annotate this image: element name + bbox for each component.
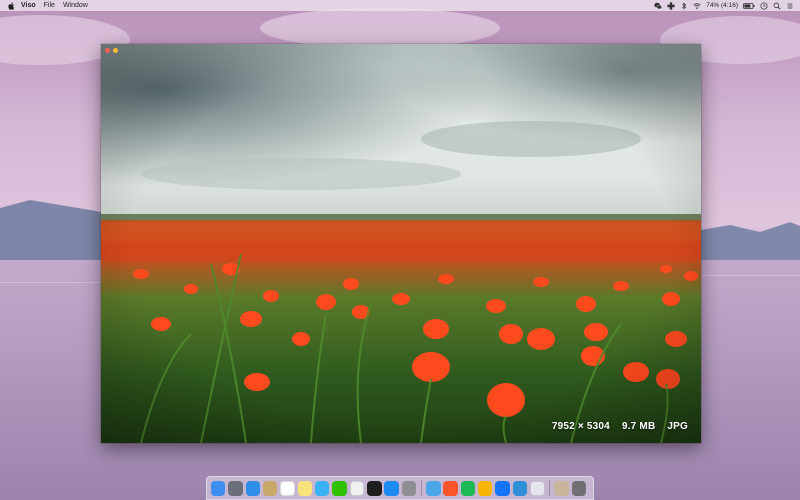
wechat-icon[interactable] <box>654 2 663 10</box>
vscode-icon[interactable] <box>512 480 528 496</box>
sketch-icon[interactable] <box>478 480 493 496</box>
search-icon[interactable] <box>773 2 781 10</box>
chrome-icon[interactable] <box>426 480 441 496</box>
trash-icon[interactable] <box>571 480 587 496</box>
safari-icon[interactable] <box>245 480 261 496</box>
notification-center-icon[interactable] <box>786 2 794 10</box>
messages-icon[interactable] <box>315 480 330 496</box>
xcode-icon[interactable] <box>495 480 510 496</box>
battery-status-text[interactable]: 74% (4:16) <box>706 0 738 11</box>
terminal-icon[interactable] <box>367 480 382 496</box>
battery-icon[interactable] <box>743 2 755 10</box>
image-format: JPG <box>667 421 688 432</box>
image-file-size: 9.7 MB <box>621 421 656 432</box>
plus-cross-icon[interactable] <box>667 1 675 10</box>
app-menu[interactable]: Viso <box>21 0 36 11</box>
dock-separator <box>421 480 423 496</box>
apple-menu-icon[interactable] <box>7 1 15 10</box>
spotify-icon[interactable] <box>460 480 476 496</box>
calendar-icon[interactable] <box>280 480 295 496</box>
image-dimensions: 7952 × 5304 <box>551 421 610 432</box>
app-store-icon[interactable] <box>384 480 399 496</box>
minimize-window-button[interactable] <box>113 48 118 53</box>
menu-window[interactable]: Window <box>63 0 88 11</box>
dock-separator <box>549 480 551 496</box>
bluetooth-icon[interactable] <box>680 1 688 10</box>
brave-icon[interactable] <box>443 480 458 496</box>
image-info-bar: 7952 × 5304 9.7 MB JPG <box>552 421 688 432</box>
clock-icon[interactable] <box>760 1 768 10</box>
wechat-icon[interactable] <box>332 480 347 496</box>
window-controls <box>105 48 118 53</box>
image-viewer-window[interactable]: 7952 × 5304 9.7 MB JPG <box>101 44 701 443</box>
stickies-icon[interactable] <box>297 480 313 496</box>
preview-icon[interactable] <box>554 480 569 496</box>
wifi-icon[interactable] <box>693 2 701 10</box>
menu-bar: Viso File Window 74% (4:16) <box>0 0 800 11</box>
close-window-button[interactable] <box>105 48 110 53</box>
finder-icon[interactable] <box>211 480 226 496</box>
launchpad-icon[interactable] <box>228 480 243 496</box>
itunes-icon[interactable] <box>349 480 365 496</box>
menu-file[interactable]: File <box>44 0 55 11</box>
system-preferences-icon[interactable] <box>401 480 417 496</box>
viso-app-icon[interactable] <box>530 480 545 496</box>
poppy-field-photo <box>101 44 701 443</box>
dock <box>206 476 594 500</box>
notes-app-icon[interactable] <box>262 480 278 496</box>
